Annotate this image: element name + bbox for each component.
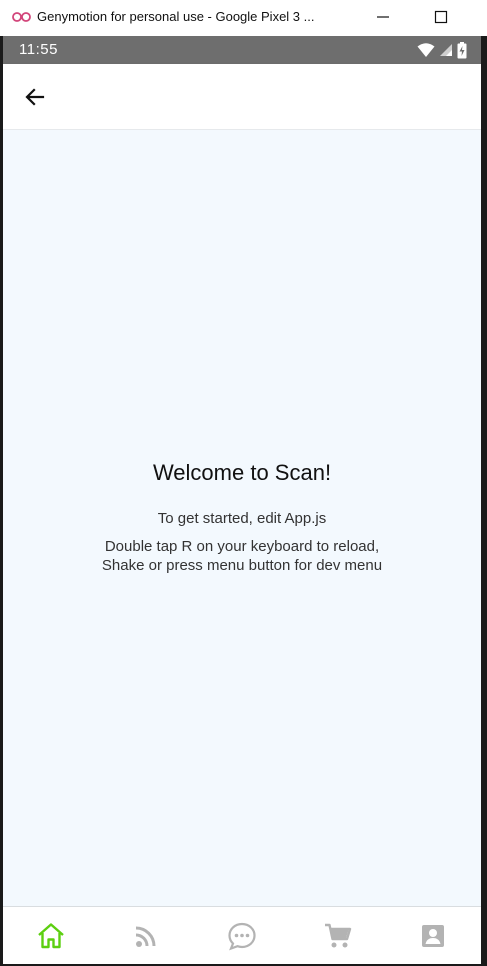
device-frame-right <box>481 36 487 966</box>
cart-icon <box>324 923 351 948</box>
tab-home[interactable] <box>3 907 99 964</box>
status-time: 11:55 <box>19 41 58 58</box>
window-titlebar: Genymotion for personal use - Google Pix… <box>0 0 487 36</box>
tab-chat[interactable] <box>194 907 290 964</box>
feed-icon <box>136 926 156 947</box>
dev-hint-line-1: Double tap R on your keyboard to reload, <box>104 538 380 555</box>
window-title: Genymotion for personal use - Google Pix… <box>37 9 315 24</box>
back-button[interactable] <box>21 83 49 111</box>
dev-hint-text: Double tap R on your keyboard to reload,… <box>3 537 481 575</box>
tab-cart[interactable] <box>290 907 386 964</box>
status-icons <box>417 41 467 59</box>
main-content: Welcome to Scan! To get started, edit Ap… <box>3 130 481 906</box>
dev-hint-line-2: Shake or press menu button for dev menu <box>101 557 383 574</box>
signal-icon <box>440 44 452 56</box>
tab-feed[interactable] <box>99 907 195 964</box>
welcome-heading: Welcome to Scan! <box>152 460 332 485</box>
app-header <box>3 64 481 130</box>
tab-profile[interactable] <box>385 907 481 964</box>
minimize-icon[interactable] <box>372 6 394 28</box>
device-screen: 11:55 Welcome to Scan! To get started, e… <box>3 36 481 964</box>
wifi-icon <box>417 43 435 57</box>
arrow-left-icon <box>25 88 45 106</box>
instructions-text: To get started, edit App.js <box>157 510 327 527</box>
status-bar: 11:55 <box>3 36 481 64</box>
home-icon <box>38 923 64 949</box>
bottom-tab-bar <box>3 906 481 964</box>
genymotion-logo-icon <box>12 12 31 22</box>
chat-icon <box>228 922 256 951</box>
battery-icon <box>457 41 467 58</box>
maximize-icon[interactable] <box>430 6 452 28</box>
profile-icon <box>422 925 445 947</box>
